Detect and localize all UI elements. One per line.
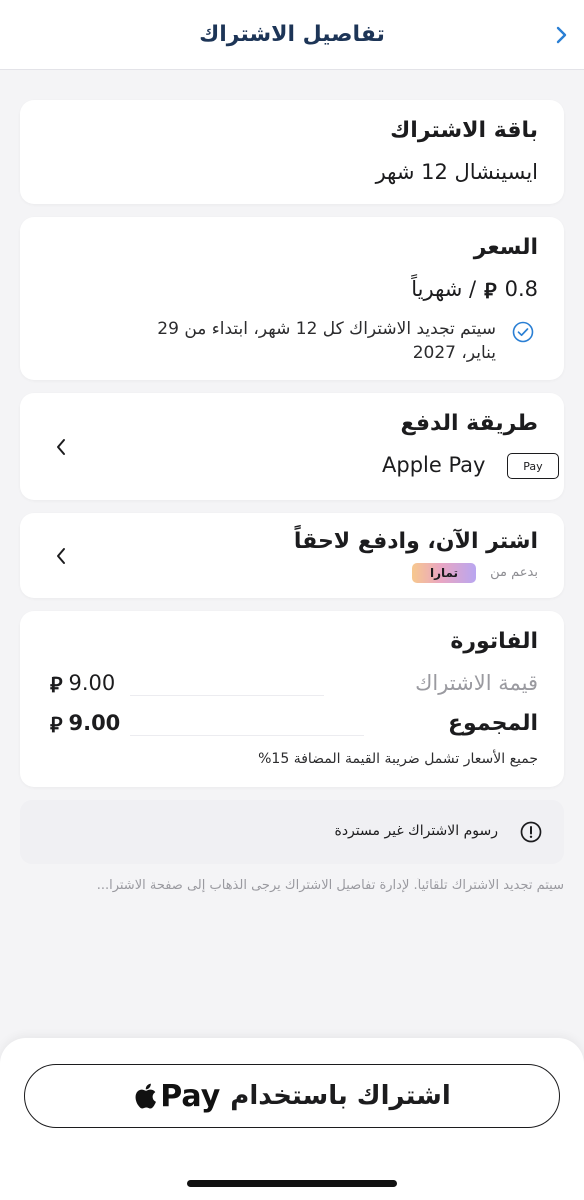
pay-word: Pay [160, 1078, 221, 1114]
bottom-panel: اشتراك باستخدام Pay [0, 1038, 584, 1200]
subscription-value-label: قيمة الاشتراك [415, 671, 538, 695]
non-refundable-notice: رسوم الاشتراك غير مستردة [20, 800, 564, 864]
price-amount: 0.8 [504, 277, 538, 301]
payment-method-card[interactable]: طريقة الدفع Pay Apple Pay [20, 393, 564, 500]
payment-method-title: طريقة الدفع [400, 411, 538, 436]
auto-renew-note: سيتم تجديد الاشتراك تلقائياً. لإدارة تفا… [96, 878, 564, 893]
bnpl-card[interactable]: اشتر الآن، وادفع لاحقاً بدعم من تمارا [20, 513, 564, 598]
invoice-divider [130, 695, 324, 696]
chevron-left-icon [57, 548, 65, 564]
subscription-amount: 9.00 [68, 671, 116, 695]
invoice-card: الفاتورة قيمة الاشتراك ⃁ 9.00 المجموع ⃁ … [20, 611, 564, 787]
subscribe-label: اشتراك باستخدام [230, 1081, 451, 1111]
invoice-title: الفاتورة [450, 629, 538, 654]
price-card: السعر 0.8 ⃁ / شهرياً سيتم تجديد الاشتراك… [20, 217, 564, 380]
home-indicator [187, 1180, 397, 1187]
info-circle-icon [520, 821, 542, 843]
apple-logo-icon [135, 1083, 157, 1109]
currency-symbol: ⃁ [484, 279, 497, 303]
bnpl-title: اشتر الآن، وادفع لاحقاً [293, 529, 538, 554]
total-label: المجموع [448, 711, 538, 736]
page-title: تفاصيل الاشتراك [199, 22, 385, 47]
price-period: / شهرياً [411, 277, 477, 301]
vat-note: جميع الأسعار تشمل ضريبة القيمة المضافة 1… [258, 751, 538, 767]
top-bar: تفاصيل الاشتراك [0, 0, 584, 70]
plan-title: باقة الاشتراك [390, 118, 538, 143]
currency-symbol: ⃁ [50, 713, 63, 737]
subscribe-with-apple-pay-button[interactable]: اشتراك باستخدام Pay [24, 1064, 560, 1128]
total-value: ⃁ 9.00 [50, 711, 120, 738]
tamara-logo-text: تمارا [429, 566, 459, 580]
payment-method-value: Apple Pay [382, 453, 486, 477]
apple-pay-mark: Pay [133, 1079, 220, 1114]
plan-card: باقة الاشتراك ايسينشال 12 شهر [20, 100, 564, 204]
plan-value: ايسينشال 12 شهر [375, 160, 538, 184]
total-divider [130, 735, 364, 736]
check-circle-icon [512, 321, 534, 343]
currency-symbol: ⃁ [50, 673, 63, 697]
apple-pay-badge-text: Pay [523, 459, 543, 473]
apple-pay-badge: Pay [507, 453, 559, 479]
price-title: السعر [473, 235, 538, 260]
renewal-note: سيتم تجديد الاشتراك كل 12 شهر، ابتداء من… [76, 317, 496, 365]
payment-method-chevron [50, 436, 72, 458]
total-amount: 9.00 [68, 711, 121, 735]
bnpl-powered-by: بدعم من [490, 565, 538, 580]
back-button[interactable] [548, 20, 576, 50]
notice-text: رسوم الاشتراك غير مستردة [334, 823, 498, 839]
renewal-note-line-2: يناير، 2027 [412, 343, 496, 363]
bnpl-chevron [50, 545, 72, 567]
price-value: 0.8 ⃁ / شهرياً [411, 277, 538, 304]
tamara-badge: تمارا [412, 563, 476, 583]
chevron-left-icon [57, 439, 65, 455]
chevron-right-icon [556, 26, 567, 44]
subscription-value: ⃁ 9.00 [50, 671, 115, 698]
renewal-note-line-1: سيتم تجديد الاشتراك كل 12 شهر، ابتداء من… [157, 319, 496, 339]
